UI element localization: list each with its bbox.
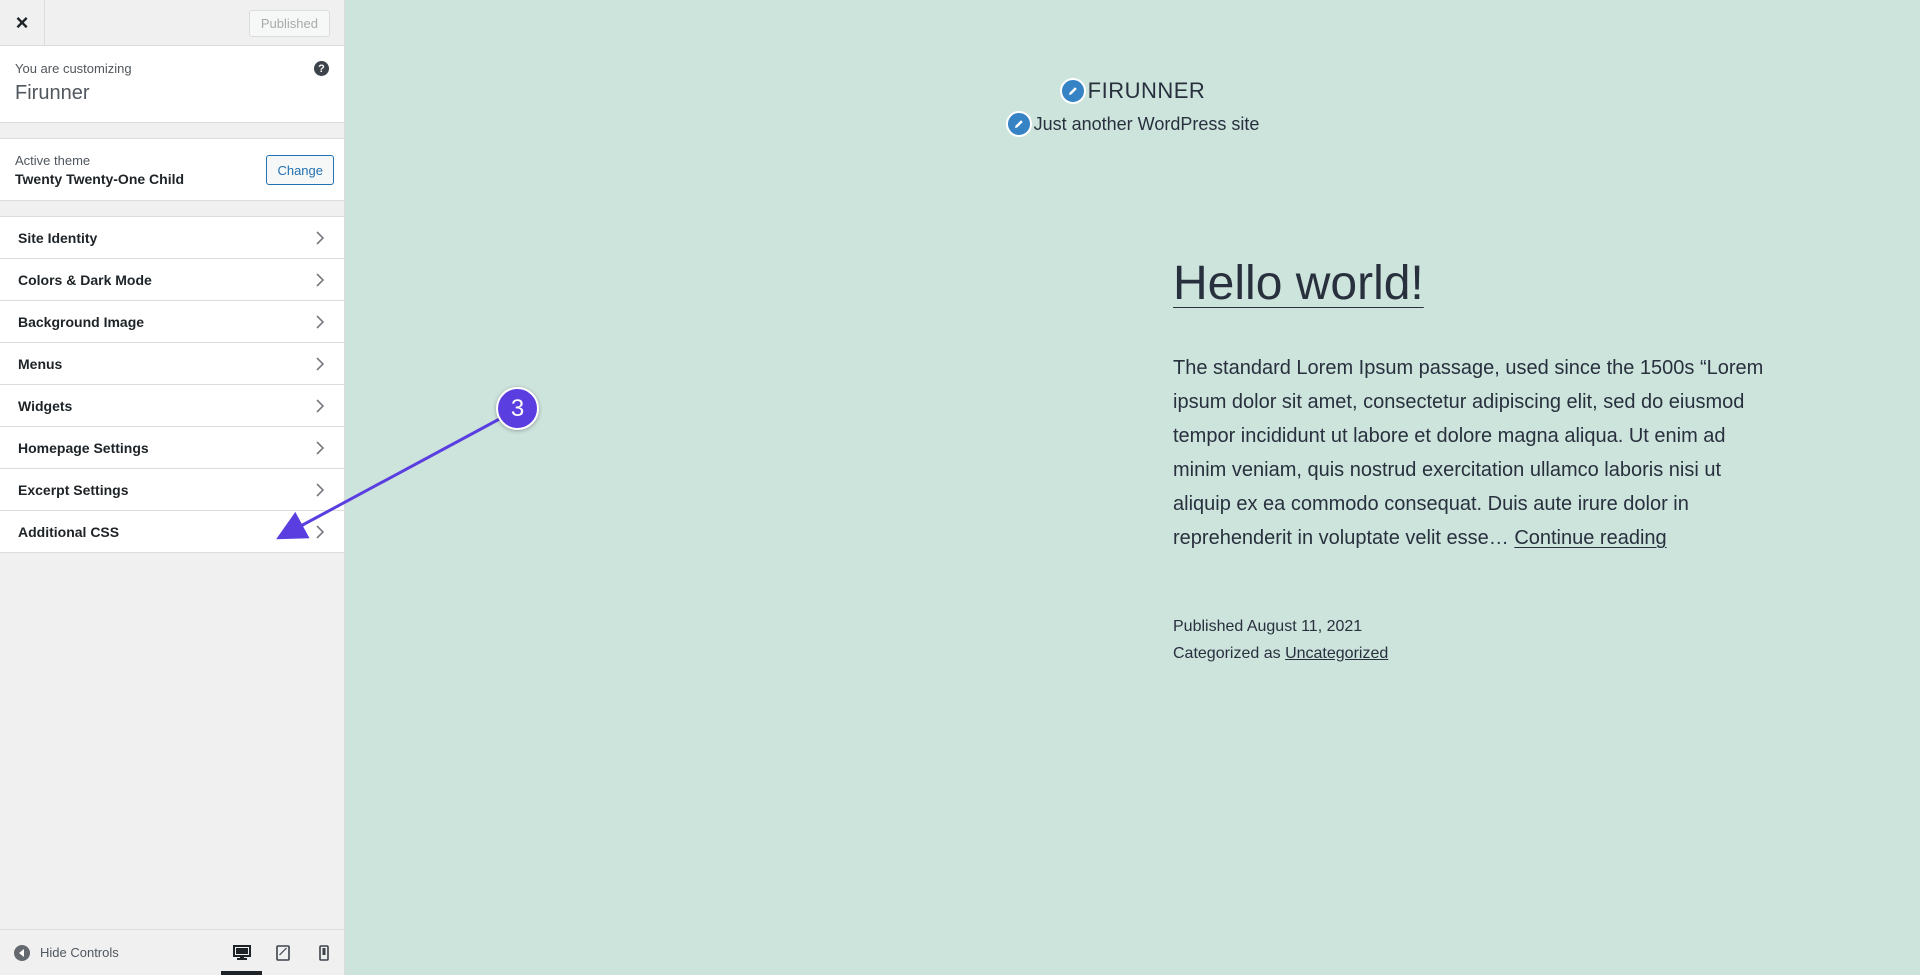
site-title[interactable]: FIRUNNER	[1088, 78, 1206, 104]
section-additional-css[interactable]: Additional CSS	[0, 511, 344, 553]
pencil-icon	[1014, 120, 1023, 128]
site-title-row: FIRUNNER	[345, 78, 1920, 104]
desktop-icon	[232, 944, 251, 960]
post-title-link[interactable]: Hello world!	[1173, 255, 1783, 313]
chevron-right-icon	[316, 357, 325, 371]
customizer-sidebar: × Published You are customizing Firunner…	[0, 0, 345, 975]
tagline-row: Just another WordPress site	[345, 111, 1920, 137]
section-homepage-settings[interactable]: Homepage Settings	[0, 427, 344, 469]
chevron-right-icon	[316, 315, 325, 329]
section-widgets[interactable]: Widgets	[0, 385, 344, 427]
change-theme-button[interactable]: Change	[266, 155, 334, 185]
post-excerpt: The standard Lorem Ipsum passage, used s…	[1173, 351, 1783, 555]
chevron-right-icon	[316, 441, 325, 455]
chevron-right-icon	[316, 525, 325, 539]
section-site-identity[interactable]: Site Identity	[0, 217, 344, 259]
chevron-right-icon	[316, 483, 325, 497]
preview-desktop-button[interactable]	[221, 930, 262, 975]
mobile-icon	[318, 944, 329, 961]
section-label: Colors & Dark Mode	[18, 271, 152, 288]
chevron-right-icon	[316, 231, 325, 245]
post-excerpt-text: The standard Lorem Ipsum passage, used s…	[1173, 356, 1764, 549]
section-label: Site Identity	[18, 229, 98, 246]
category-link[interactable]: Uncategorized	[1285, 645, 1388, 662]
section-colors-dark-mode[interactable]: Colors & Dark Mode	[0, 259, 344, 301]
customizer-app: × Published You are customizing Firunner…	[0, 0, 1920, 975]
tablet-icon	[275, 944, 290, 961]
chevron-right-icon	[316, 273, 325, 287]
hide-controls-label: Hide Controls	[40, 945, 119, 960]
customizer-footer: Hide Controls	[0, 929, 344, 975]
close-button[interactable]: ×	[0, 0, 45, 45]
section-label: Widgets	[18, 397, 73, 414]
section-background-image[interactable]: Background Image	[0, 301, 344, 343]
customizing-label: You are customizing	[15, 61, 132, 76]
chevron-right-icon	[316, 399, 325, 413]
published-date: Published August 11, 2021	[1173, 617, 1363, 635]
site-name: Firunner	[15, 82, 90, 104]
section-list: Site Identity Colors & Dark Mode Backgro…	[0, 216, 344, 553]
section-label: Additional CSS	[18, 523, 120, 540]
preview-tablet-button[interactable]	[262, 930, 303, 975]
hide-controls-button[interactable]: Hide Controls	[0, 944, 119, 961]
close-icon: ×	[15, 9, 29, 35]
edit-tagline-button[interactable]	[1005, 111, 1032, 137]
pencil-icon	[1068, 87, 1077, 95]
post-meta: Published August 11, 2021 Categorized as…	[1173, 613, 1783, 667]
section-label: Homepage Settings	[18, 439, 149, 456]
device-preview-toggles	[221, 930, 344, 975]
section-label: Background Image	[18, 313, 145, 330]
site-tagline: Just another WordPress site	[1033, 113, 1260, 134]
site-header: FIRUNNER Just another WordPress site	[345, 78, 1920, 137]
section-excerpt-settings[interactable]: Excerpt Settings	[0, 469, 344, 511]
post-categories: Categorized as Uncategorized	[1173, 640, 1783, 667]
site-preview: FIRUNNER Just another WordPress site Hel…	[345, 0, 1920, 975]
step-number-badge: 3	[496, 387, 539, 430]
customize-info: You are customizing Firunner ?	[0, 46, 344, 123]
active-theme-panel: Active theme Twenty Twenty-One Child Cha…	[0, 138, 344, 201]
continue-reading-link[interactable]: Continue reading	[1514, 527, 1666, 549]
edit-site-title-button[interactable]	[1059, 78, 1086, 104]
preview-mobile-button[interactable]	[303, 930, 344, 975]
collapse-arrow-icon	[14, 944, 30, 961]
help-icon[interactable]: ?	[314, 61, 329, 76]
section-label: Excerpt Settings	[18, 481, 129, 498]
customizer-header: × Published	[0, 0, 344, 46]
section-menus[interactable]: Menus	[0, 343, 344, 385]
published-button[interactable]: Published	[248, 10, 330, 37]
categorized-label: Categorized as	[1173, 644, 1281, 662]
post-article: Hello world! The standard Lorem Ipsum pa…	[1173, 255, 1783, 667]
section-label: Menus	[18, 355, 63, 372]
